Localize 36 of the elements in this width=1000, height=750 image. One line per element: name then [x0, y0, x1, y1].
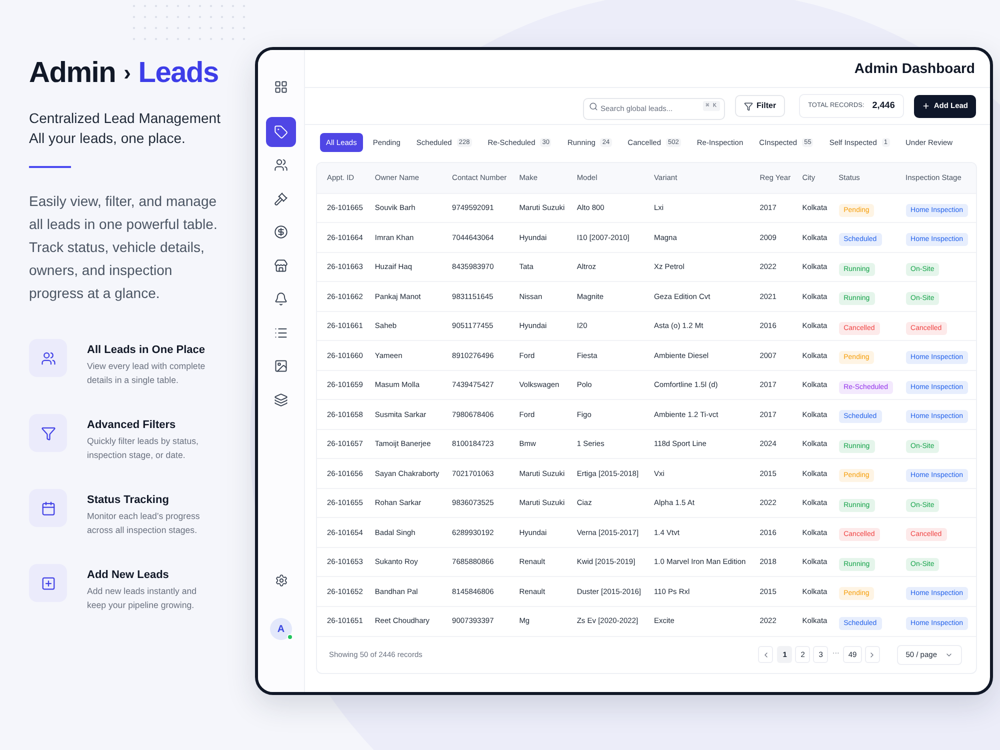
feature-title: Add New Leads: [87, 568, 170, 582]
bell-icon: [274, 292, 288, 306]
image-icon: [274, 359, 288, 373]
tag-icon: [274, 124, 288, 138]
tagline: Centralized Lead Management: [29, 109, 222, 128]
feature-title: All Leads in One Place: [87, 343, 206, 357]
sidebar-nav-button[interactable]: [266, 116, 296, 146]
feature-description: View every lead with complete details in a single table.: [87, 360, 206, 387]
total-records-value: 2,446: [872, 99, 895, 112]
grid-icon: [274, 80, 288, 94]
feature-description: Monitor each lead’s progress across all inspection stages.: [87, 510, 201, 537]
calendar-icon: [29, 489, 67, 527]
dollar-icon: [274, 225, 288, 239]
settings-icon: [274, 574, 288, 586]
feature-title: Status Tracking: [87, 493, 170, 507]
filter-button[interactable]: Filter: [734, 95, 786, 117]
dashboard-title: Admin Dashboard: [854, 59, 975, 78]
breadcrumb-item: Leads: [138, 58, 218, 88]
funnel-icon: [744, 102, 752, 110]
users-icon: [274, 158, 288, 172]
feature-title: Advanced Filters: [87, 418, 177, 432]
layers-icon: [274, 392, 288, 406]
plus-icon: [922, 102, 930, 110]
breadcrumb-item: Admin: [29, 58, 116, 88]
plus-square-icon: [29, 564, 67, 602]
funnel-icon: [29, 414, 67, 452]
intro-paragraph: Easily view, filter, and manage all leads in one powerful table. Track status, vehicle details, owners, and inspection progress at a glance.: [29, 192, 218, 303]
feature-description: Quickly filter leads by status, inspection stage, or date.: [87, 435, 200, 462]
breadcrumb-separator: ›: [124, 62, 130, 84]
users-icon: [29, 339, 67, 377]
avatar-button[interactable]: A: [270, 618, 292, 640]
tagline: All your leads, one place.: [29, 129, 186, 148]
store-icon: [274, 258, 288, 272]
search-icon: [588, 102, 598, 110]
gavel-icon: [274, 192, 288, 206]
feature-description: Add new leads instantly and keep your pipeline growing.: [87, 585, 198, 612]
